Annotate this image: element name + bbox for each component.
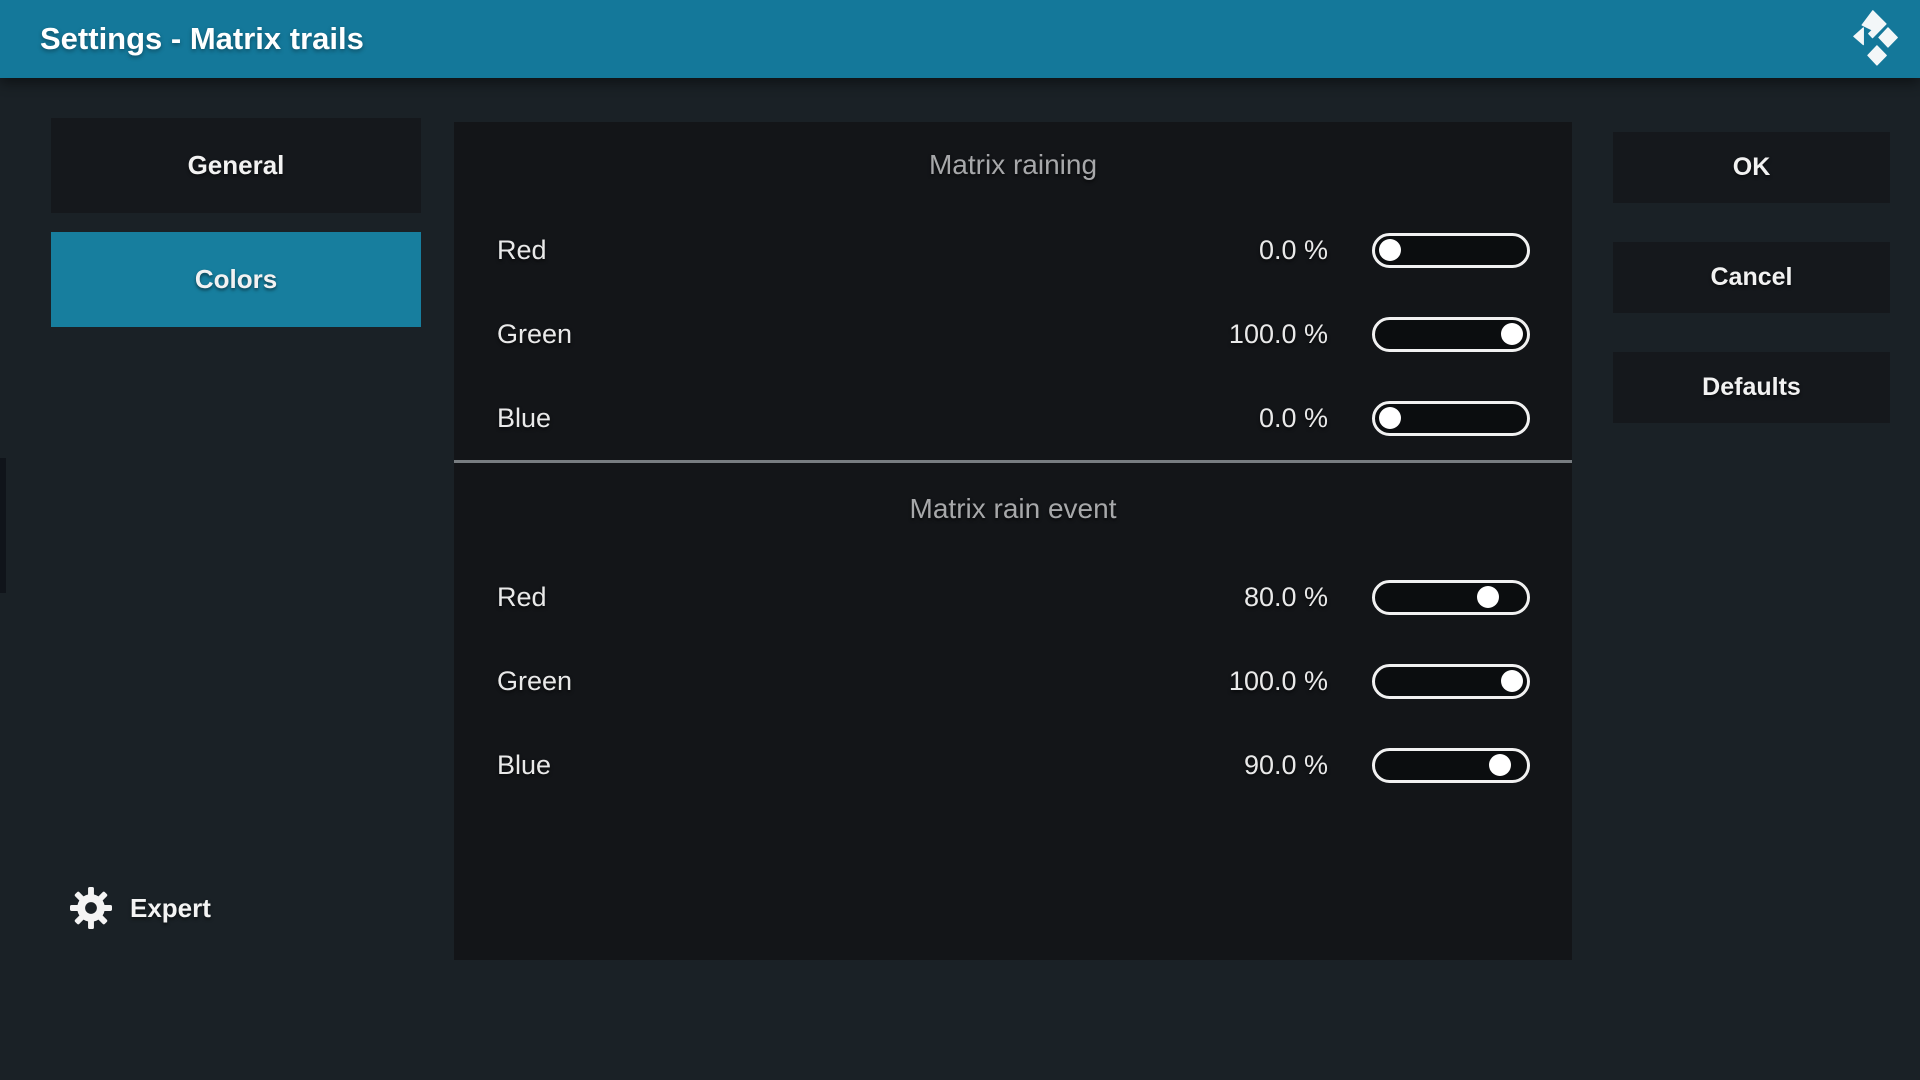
- settings-row[interactable]: Blue 90.0 %: [454, 723, 1572, 807]
- gear-icon: [70, 887, 112, 929]
- setting-label: Red: [497, 235, 547, 266]
- cancel-button[interactable]: Cancel: [1613, 242, 1890, 313]
- slider-red[interactable]: [1372, 233, 1530, 268]
- slider-blue[interactable]: [1372, 401, 1530, 436]
- slider-knob[interactable]: [1501, 670, 1523, 692]
- settings-level-toggle[interactable]: Expert: [70, 884, 211, 932]
- settings-level-label: Expert: [130, 893, 211, 924]
- slider-knob[interactable]: [1501, 323, 1523, 345]
- slider-red[interactable]: [1372, 580, 1530, 615]
- action-button-label: OK: [1733, 153, 1771, 182]
- sidebar-item-label: Colors: [195, 264, 277, 295]
- slider-blue[interactable]: [1372, 748, 1530, 783]
- kodi-logo-icon: [1846, 7, 1904, 71]
- sidebar-item-general[interactable]: General: [51, 118, 421, 213]
- sidebar-item-colors[interactable]: Colors: [51, 232, 421, 327]
- settings-row[interactable]: Blue 0.0 %: [454, 376, 1572, 460]
- settings-panel: Matrix raining Red 0.0 % Green 100.0 % B…: [454, 122, 1572, 960]
- page-title: Settings - Matrix trails: [40, 0, 364, 78]
- settings-row[interactable]: Green 100.0 %: [454, 639, 1572, 723]
- action-button-label: Cancel: [1711, 263, 1793, 292]
- slider-value: 100.0 %: [1229, 319, 1328, 350]
- slider-green[interactable]: [1372, 664, 1530, 699]
- slider-value: 0.0 %: [1259, 403, 1328, 434]
- slider-knob[interactable]: [1489, 754, 1511, 776]
- slider-knob[interactable]: [1379, 407, 1401, 429]
- slider-green[interactable]: [1372, 317, 1530, 352]
- setting-label: Red: [497, 582, 547, 613]
- defaults-button[interactable]: Defaults: [1613, 352, 1890, 423]
- slider-knob[interactable]: [1477, 586, 1499, 608]
- sidebar-item-label: General: [188, 150, 285, 181]
- slider-knob[interactable]: [1379, 239, 1401, 261]
- setting-label: Green: [497, 666, 572, 697]
- setting-label: Blue: [497, 750, 551, 781]
- scroll-indicator: [0, 458, 6, 593]
- header-bar: Settings - Matrix trails: [0, 0, 1920, 78]
- section-title: Matrix rain event: [454, 463, 1572, 555]
- settings-row[interactable]: Red 80.0 %: [454, 555, 1572, 639]
- slider-value: 100.0 %: [1229, 666, 1328, 697]
- slider-value: 90.0 %: [1244, 750, 1328, 781]
- ok-button[interactable]: OK: [1613, 132, 1890, 203]
- setting-label: Blue: [497, 403, 551, 434]
- setting-label: Green: [497, 319, 572, 350]
- action-button-label: Defaults: [1702, 373, 1801, 402]
- slider-value: 0.0 %: [1259, 235, 1328, 266]
- slider-value: 80.0 %: [1244, 582, 1328, 613]
- section-title: Matrix raining: [454, 122, 1572, 208]
- settings-row[interactable]: Red 0.0 %: [454, 208, 1572, 292]
- settings-row[interactable]: Green 100.0 %: [454, 292, 1572, 376]
